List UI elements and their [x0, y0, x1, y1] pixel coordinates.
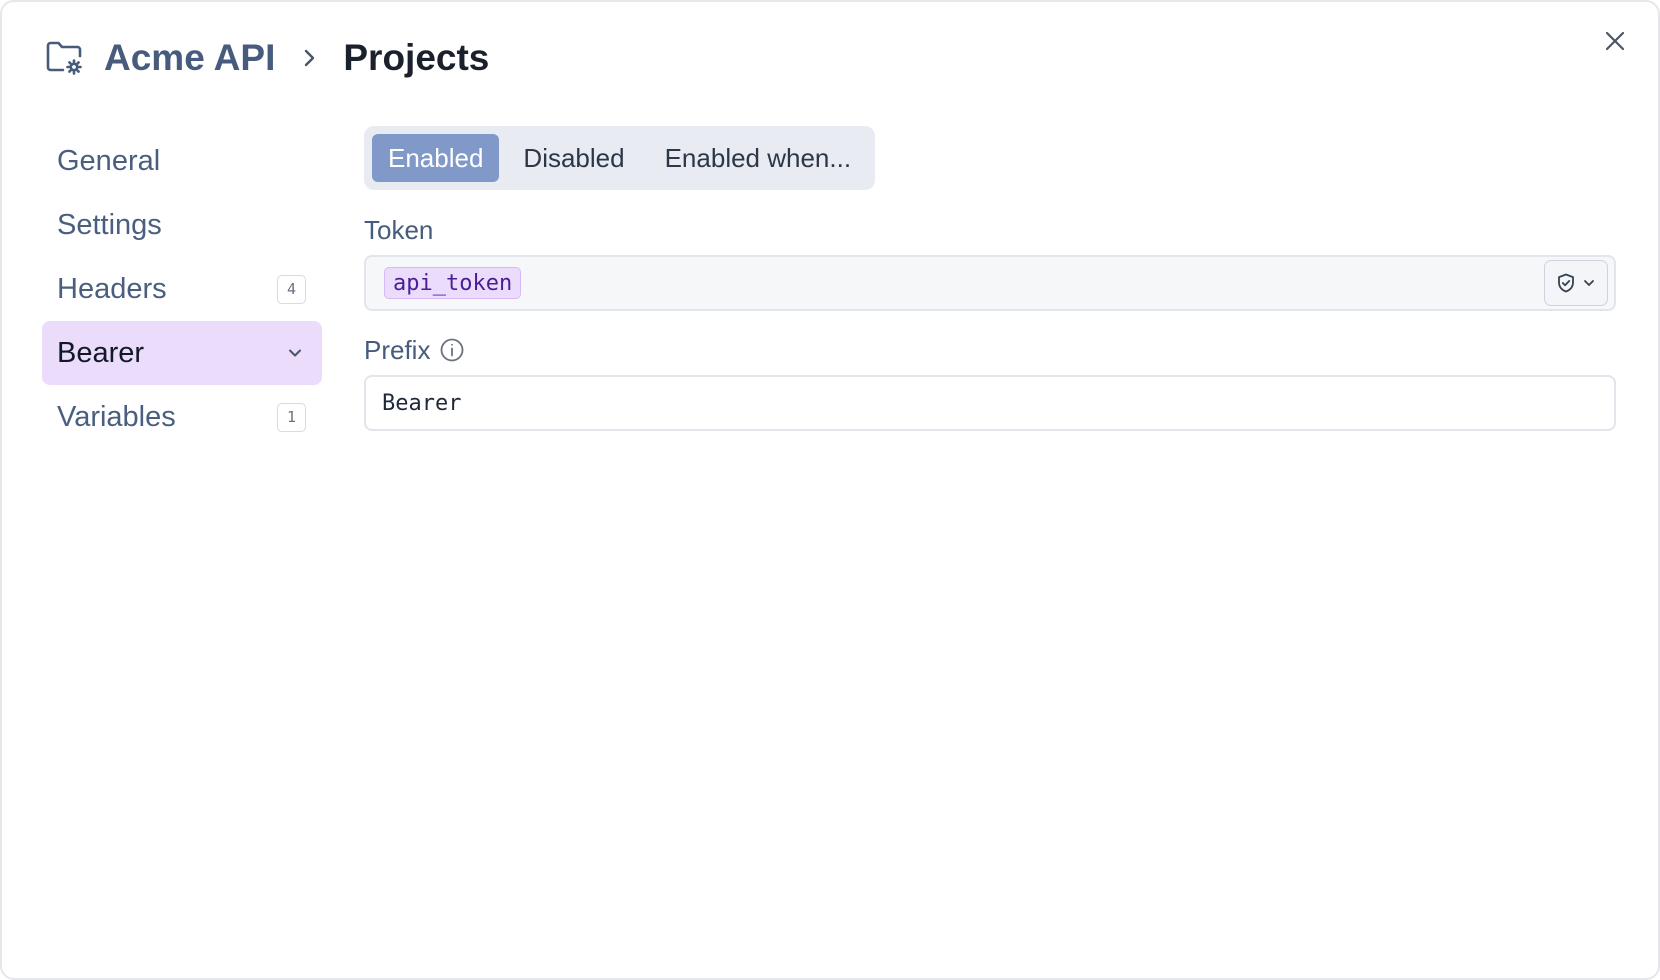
info-icon[interactable] [439, 337, 465, 363]
sidebar-item-headers[interactable]: Headers 4 [42, 257, 322, 321]
breadcrumb: Acme API Projects [44, 36, 489, 80]
breadcrumb-parent[interactable]: Acme API [104, 37, 275, 79]
count-badge: 4 [277, 274, 306, 304]
mode-enabled-when-button[interactable]: Enabled when... [649, 134, 867, 182]
sidebar-item-label: Headers [57, 272, 167, 305]
dialog: Acme API Projects General Settings Heade… [0, 0, 1660, 980]
prefix-input[interactable]: Bearer [364, 375, 1616, 431]
page-title: Projects [343, 37, 490, 78]
prefix-label: Prefix [364, 333, 1616, 367]
mode-enabled-button[interactable]: Enabled [372, 134, 500, 182]
prefix-input-value: Bearer [382, 390, 462, 416]
sidebar-item-label: Settings [57, 208, 162, 241]
chevron-down-icon[interactable] [284, 342, 306, 364]
folder-gear-icon [44, 38, 84, 78]
close-icon [1604, 30, 1626, 52]
auth-mode-toggle: Enabled Disabled Enabled when... [364, 126, 876, 190]
token-label-text: Token [364, 214, 434, 245]
token-field[interactable]: api_token [364, 255, 1616, 311]
sidebar-item-label: Bearer [57, 336, 145, 369]
token-label: Token [364, 213, 1616, 247]
sidebar-item-settings[interactable]: Settings [42, 193, 322, 257]
close-button[interactable] [1600, 26, 1630, 56]
sidebar-item-variables[interactable]: Variables 1 [42, 385, 322, 449]
secure-options-button[interactable] [1544, 260, 1608, 306]
sidebar-item-bearer[interactable]: Bearer [42, 321, 322, 385]
sidebar-item-label: Variables [57, 400, 176, 433]
mode-disabled-button[interactable]: Disabled [507, 134, 640, 182]
sidebar: General Settings Headers 4 Bearer Variab… [42, 129, 322, 449]
chevron-down-icon [1581, 275, 1597, 291]
sidebar-item-general[interactable]: General [42, 129, 322, 193]
count-badge: 1 [277, 402, 306, 432]
variable-chip[interactable]: api_token [384, 267, 522, 299]
sidebar-item-label: General [57, 144, 161, 177]
chevron-right-icon [295, 44, 323, 72]
prefix-label-text: Prefix [364, 334, 431, 365]
main-panel: Enabled Disabled Enabled when... Token a… [364, 126, 1616, 431]
shield-check-icon [1555, 272, 1577, 294]
